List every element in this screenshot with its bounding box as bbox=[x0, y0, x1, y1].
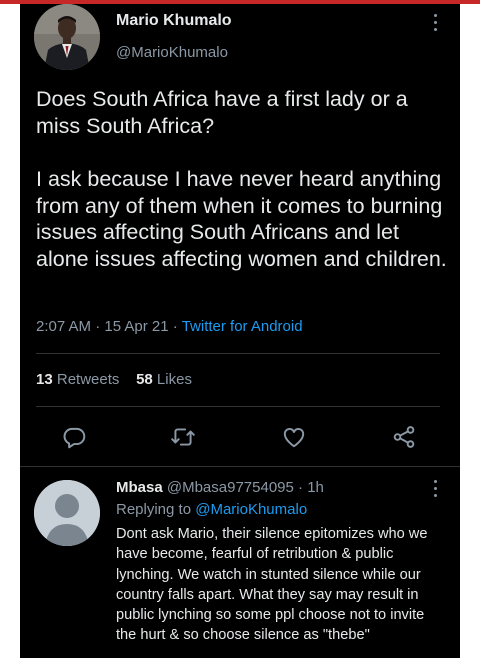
replying-prefix: Replying to bbox=[116, 501, 192, 518]
author-handle[interactable]: @MarioKhumalo bbox=[116, 44, 228, 61]
tweet-date: 15 Apr 21 bbox=[104, 318, 169, 335]
tweet-paragraph: I ask because I have never heard anythin… bbox=[36, 167, 447, 271]
reply-author-avatar[interactable] bbox=[34, 480, 100, 546]
reply-icon bbox=[63, 427, 86, 449]
more-dot bbox=[434, 487, 437, 490]
likes-label: Likes bbox=[156, 371, 192, 388]
reply-text: Dont ask Mario, their silence epitomizes… bbox=[116, 526, 428, 644]
more-dot bbox=[434, 21, 437, 24]
retweet-button[interactable] bbox=[170, 424, 196, 450]
reply-time: 1h bbox=[307, 479, 324, 496]
more-dot bbox=[434, 480, 437, 483]
like-icon bbox=[283, 428, 305, 448]
engagement-stats: 13 Retweets 58 Likes bbox=[36, 371, 192, 388]
reply-separator: · bbox=[298, 479, 304, 496]
divider bbox=[36, 406, 440, 407]
meta-separator: · bbox=[95, 318, 101, 335]
reply-author-name[interactable]: Mbasa bbox=[116, 479, 163, 496]
share-icon bbox=[393, 426, 415, 448]
more-dot bbox=[434, 28, 437, 31]
tweet-body: Does South Africa have a first lady or a… bbox=[36, 86, 452, 299]
retweets-stat[interactable]: 13 Retweets bbox=[36, 371, 119, 388]
author-photo bbox=[34, 4, 100, 70]
reply-button[interactable] bbox=[61, 424, 87, 450]
tweet-panel: Mario Khumalo @MarioKhumalo Does South A… bbox=[20, 4, 460, 658]
author-name[interactable]: Mario Khumalo bbox=[116, 12, 232, 30]
replying-to: Replying to @MarioKhumalo bbox=[116, 501, 307, 518]
retweets-label: Retweets bbox=[56, 371, 120, 388]
retweet-icon bbox=[171, 428, 195, 446]
reply-more-options-icon[interactable] bbox=[430, 478, 442, 502]
tweet-time: 2:07 AM bbox=[36, 318, 92, 335]
divider bbox=[36, 353, 440, 354]
likes-stat[interactable]: 58 Likes bbox=[136, 371, 192, 388]
likes-count: 58 bbox=[136, 371, 153, 388]
author-avatar[interactable] bbox=[34, 4, 100, 70]
tweet-source-link[interactable]: Twitter for Android bbox=[182, 318, 303, 335]
divider bbox=[20, 466, 460, 467]
default-avatar-icon bbox=[34, 480, 100, 546]
more-options-icon[interactable] bbox=[430, 12, 442, 36]
tweet-paragraph: Does South Africa have a first lady or a… bbox=[36, 87, 408, 138]
reply-header: Mbasa @Mbasa97754095 · 1h bbox=[116, 479, 324, 496]
reply-author-handle[interactable]: @Mbasa97754095 bbox=[167, 479, 294, 496]
tweet-meta: 2:07 AM · 15 Apr 21 · Twitter for Androi… bbox=[36, 318, 303, 335]
more-dot bbox=[434, 14, 437, 17]
replying-to-mention[interactable]: @MarioKhumalo bbox=[195, 501, 307, 518]
retweets-count: 13 bbox=[36, 371, 53, 388]
like-button[interactable] bbox=[281, 424, 307, 450]
share-button[interactable] bbox=[391, 424, 417, 450]
more-dot bbox=[434, 494, 437, 497]
meta-separator: · bbox=[172, 318, 178, 335]
